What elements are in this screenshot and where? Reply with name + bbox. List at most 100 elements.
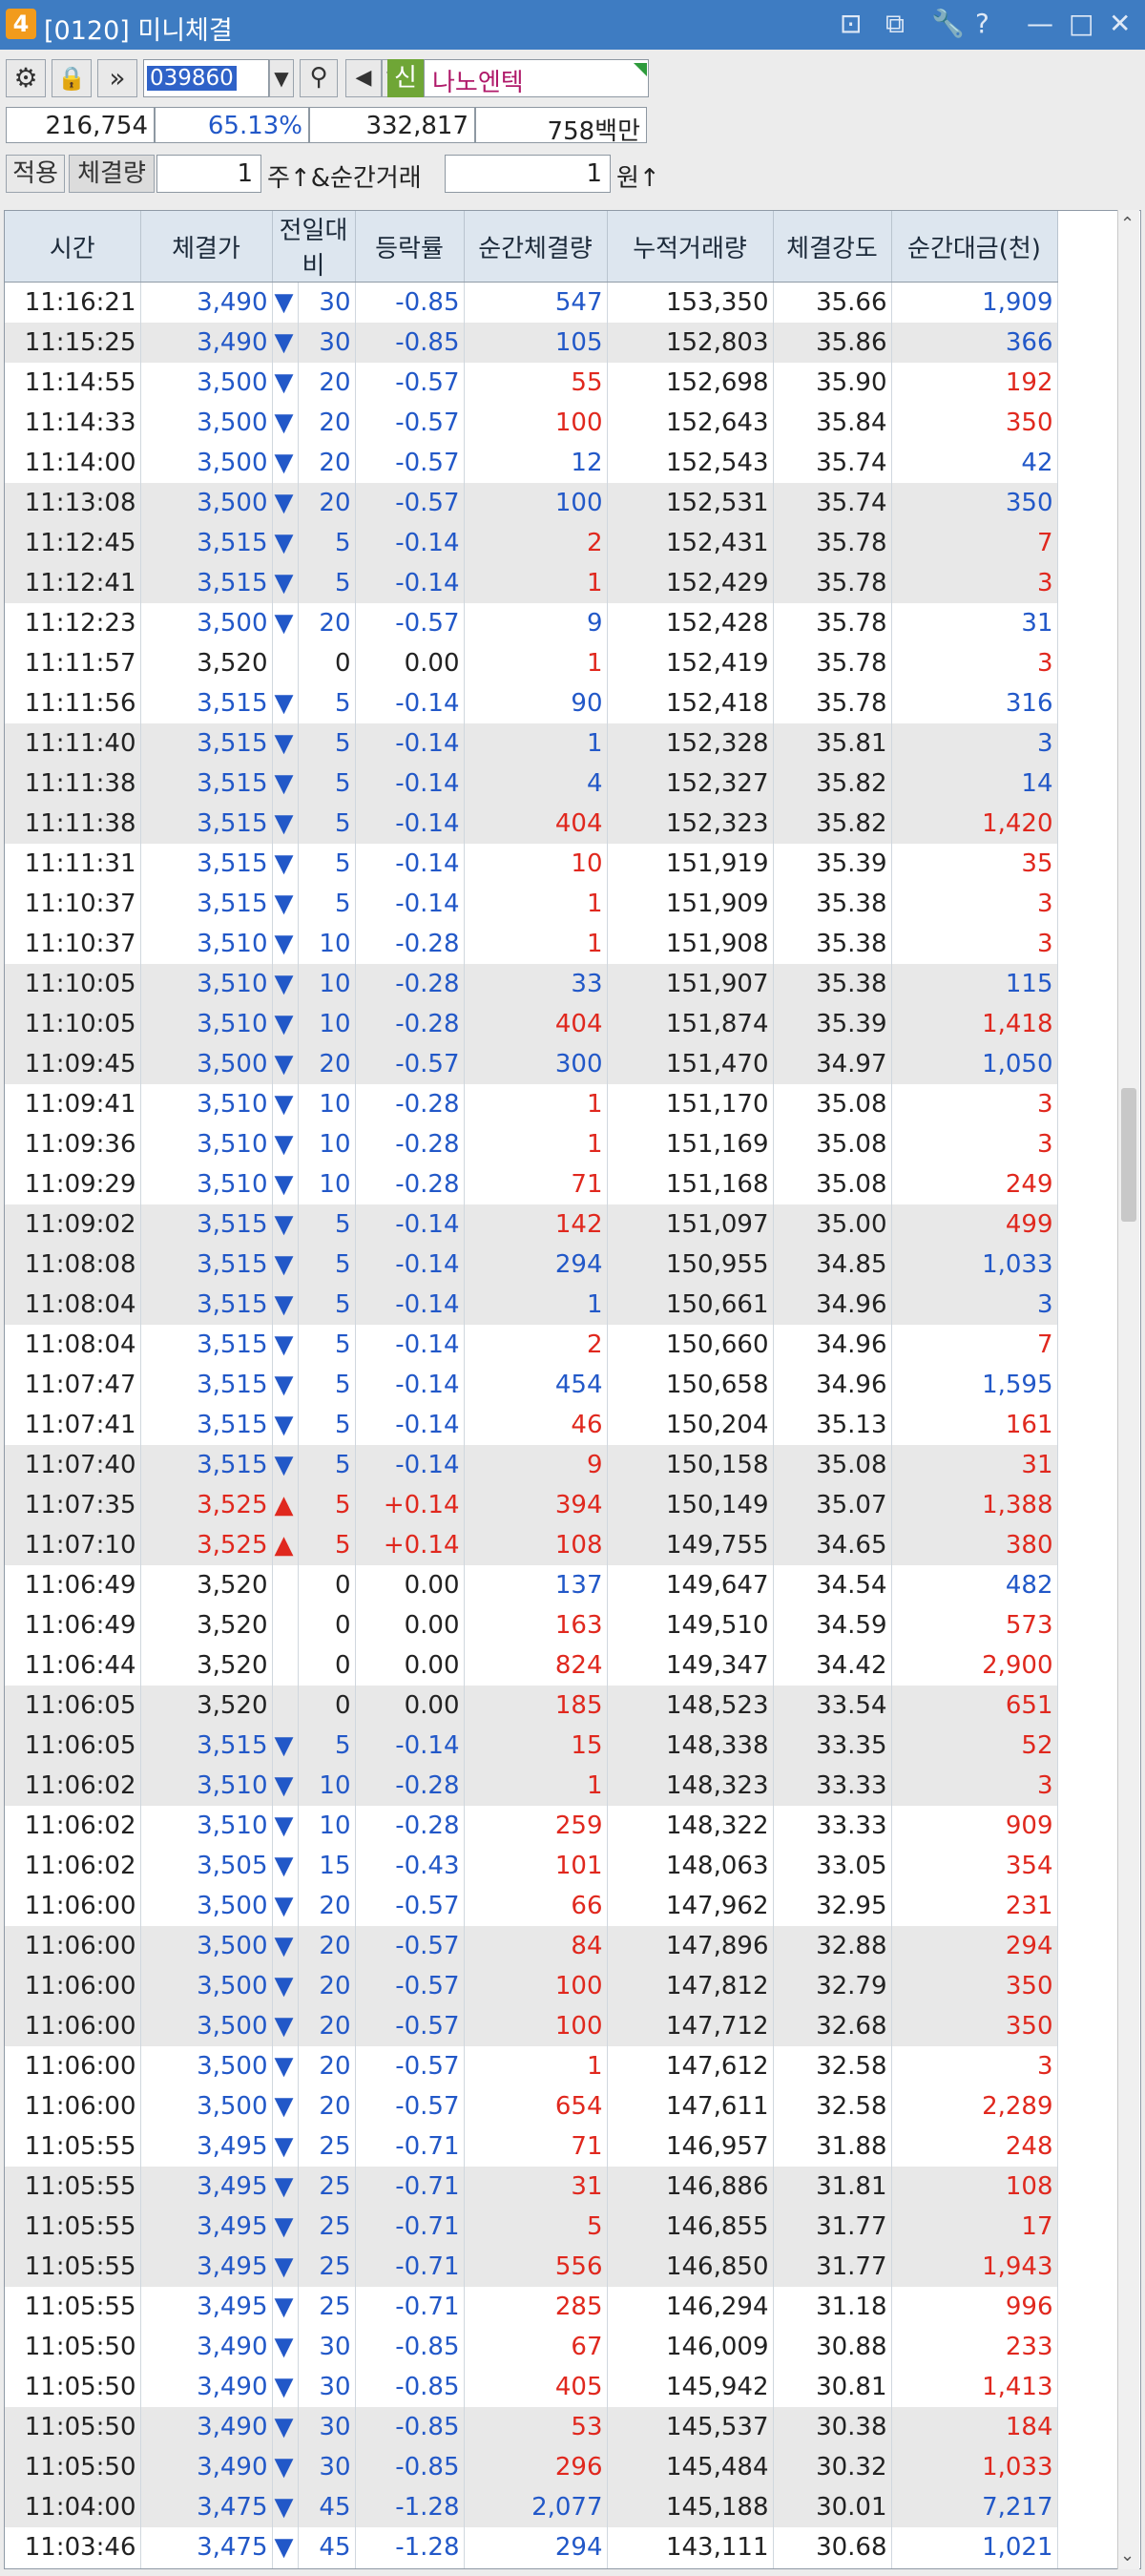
table-row[interactable]: 11:09:45 3,500 ▼ 20 -0.57 300 151,470 34.97 1,05… [5, 1044, 1058, 1084]
settings-icon[interactable]: 🔧 [931, 8, 965, 39]
table-row[interactable]: 11:06:05 3,515 ▼ 5 -0.14 15 148,338 33.35 52 [5, 1726, 1058, 1766]
table-row[interactable]: 11:16:21 3,490 ▼ 30 -0.85 547 153,350 35.66 1,90… [5, 282, 1058, 323]
col-header-change[interactable]: 전일대비 [272, 211, 356, 283]
close-icon[interactable]: ✕ [1109, 8, 1131, 39]
cell-price: 3,515 [140, 844, 273, 884]
table-row[interactable]: 11:06:02 3,510 ▼ 10 -0.28 1 148,323 33.33 3 [5, 1766, 1058, 1806]
table-row[interactable]: 11:03:463,480▼40-1.141,010142,81730.783,… [5, 2567, 1058, 2568]
table-row[interactable]: 11:09:41 3,510 ▼ 10 -0.28 1 151,170 35.08 3 [5, 1084, 1058, 1124]
cell-price: 3,490 [140, 2367, 273, 2407]
table-row[interactable]: 11:14:33 3,500 ▼ 20 -0.57 100 152,643 35.84 350 [5, 403, 1058, 443]
table-row[interactable]: 11:07:40 3,515 ▼ 5 -0.14 9 150,158 35.08 31 [5, 1445, 1058, 1485]
table-row[interactable]: 11:06:00 3,500 ▼ 20 -0.57 84 147,896 32.88 294 [5, 1926, 1058, 1966]
scrollbar-thumb[interactable] [1121, 1088, 1136, 1222]
table-row[interactable]: 11:06:05 3,520 0 0.00 185 148,523 33.54 651 [5, 1686, 1058, 1726]
table-row[interactable]: 11:05:50 3,490 ▼ 30 -0.85 296 145,484 30.32 1,03… [5, 2447, 1058, 2487]
amount-input[interactable]: 1 [445, 155, 611, 193]
table-row[interactable]: 11:05:55 3,495 ▼ 25 -0.71 31 146,886 31.81 108 [5, 2167, 1058, 2207]
col-header-strength[interactable]: 체결강도 [773, 211, 892, 283]
vertical-scrollbar[interactable]: ⌃ ⌄ [1117, 210, 1139, 2569]
table-row[interactable]: 11:05:50 3,490 ▼ 30 -0.85 405 145,942 30.81 1,41… [5, 2367, 1058, 2407]
table-row[interactable]: 11:08:04 3,515 ▼ 5 -0.14 2 150,660 34.96 7 [5, 1325, 1058, 1365]
scroll-down-icon[interactable]: ⌄ [1120, 2545, 1135, 2566]
minimize-icon[interactable]: — [1027, 8, 1053, 39]
table-row[interactable]: 11:09:36 3,510 ▼ 10 -0.28 1 151,169 35.08 3 [5, 1124, 1058, 1164]
cell-change: 5 [298, 1285, 356, 1325]
table-row[interactable]: 11:12:41 3,515 ▼ 5 -0.14 1 152,429 35.78 3 [5, 563, 1058, 603]
cell-instant-amount: 31 [891, 1445, 1058, 1485]
table-row[interactable]: 11:06:49 3,520 0 0.00 163 149,510 34.59 573 [5, 1605, 1058, 1645]
col-header-time[interactable]: 시간 [5, 211, 141, 283]
table-row[interactable]: 11:06:02 3,510 ▼ 10 -0.28 259 148,322 33.33 909 [5, 1806, 1058, 1846]
table-row[interactable]: 11:05:55 3,495 ▼ 25 -0.71 5 146,855 31.77 17 [5, 2207, 1058, 2247]
table-row[interactable]: 11:05:50 3,490 ▼ 30 -0.85 53 145,537 30.38 184 [5, 2407, 1058, 2447]
double-chevron-icon[interactable]: » [97, 59, 137, 97]
stock-code-input[interactable]: 039860 [143, 59, 269, 97]
table-row[interactable]: 11:07:10 3,525 ▲ 5 +0.14 108 149,755 34.65 380 [5, 1525, 1058, 1565]
maximize-icon[interactable]: □ [1069, 8, 1093, 39]
dock-icon[interactable]: ⊡ [840, 8, 862, 39]
table-row[interactable]: 11:06:02 3,505 ▼ 15 -0.43 101 148,063 33.05 354 [5, 1846, 1058, 1886]
table-row[interactable]: 11:13:08 3,500 ▼ 20 -0.57 100 152,531 35.74 350 [5, 483, 1058, 523]
table-row[interactable]: 11:07:41 3,515 ▼ 5 -0.14 46 150,204 35.13 161 [5, 1405, 1058, 1445]
table-row[interactable]: 11:07:47 3,515 ▼ 5 -0.14 454 150,658 34.96 1,595 [5, 1365, 1058, 1405]
help-icon[interactable]: ? [975, 8, 989, 39]
table-row[interactable]: 11:06:00 3,500 ▼ 20 -0.57 66 147,962 32.95 231 [5, 1886, 1058, 1926]
cell-price: 3,520 [140, 1565, 273, 1605]
cell-direction-icon: ▼ [272, 1886, 299, 1926]
table-row[interactable]: 11:06:00 3,500 ▼ 20 -0.57 1 147,612 32.58 3 [5, 2046, 1058, 2086]
table-row[interactable]: 11:10:05 3,510 ▼ 10 -0.28 404 151,874 35.39 1,41… [5, 1004, 1058, 1044]
table-row[interactable]: 11:11:56 3,515 ▼ 5 -0.14 90 152,418 35.78 316 [5, 683, 1058, 723]
code-dropdown-icon[interactable]: ▼ [269, 59, 294, 97]
scroll-up-icon[interactable]: ⌃ [1120, 214, 1135, 234]
table-row[interactable]: 11:06:00 3,500 ▼ 20 -0.57 100 147,712 32.68 350 [5, 2006, 1058, 2046]
table-row[interactable]: 11:06:00 3,500 ▼ 20 -0.57 654 147,611 32.58 2,28… [5, 2086, 1058, 2126]
table-row[interactable]: 11:12:45 3,515 ▼ 5 -0.14 2 152,431 35.78 7 [5, 523, 1058, 563]
col-header-price[interactable]: 체결가 [140, 211, 273, 283]
table-row[interactable]: 11:12:23 3,500 ▼ 20 -0.57 9 152,428 35.78 31 [5, 603, 1058, 643]
table-row[interactable]: 11:11:57 3,520 0 0.00 1 152,419 35.78 3 [5, 643, 1058, 683]
table-row[interactable]: 11:08:08 3,515 ▼ 5 -0.14 294 150,955 34.85 1,033 [5, 1245, 1058, 1285]
table-row[interactable]: 11:11:38 3,515 ▼ 5 -0.14 404 152,323 35.82 1,420 [5, 804, 1058, 844]
table-row[interactable]: 11:05:55 3,495 ▼ 25 -0.71 285 146,294 31.18 996 [5, 2287, 1058, 2327]
table-row[interactable]: 11:05:55 3,495 ▼ 25 -0.71 556 146,850 31.77 1,94… [5, 2247, 1058, 2287]
speaker-icon[interactable]: ◀ [345, 59, 382, 97]
col-header-cumulative-volume[interactable]: 누적거래량 [607, 211, 774, 283]
table-row[interactable]: 11:05:50 3,490 ▼ 30 -0.85 67 146,009 30.88 233 [5, 2327, 1058, 2367]
table-row[interactable]: 11:05:55 3,495 ▼ 25 -0.71 71 146,957 31.88 248 [5, 2126, 1058, 2167]
table-row[interactable]: 11:09:02 3,515 ▼ 5 -0.14 142 151,097 35.00 499 [5, 1204, 1058, 1245]
cell-time: 11:12:41 [5, 563, 141, 603]
table-row[interactable]: 11:15:25 3,490 ▼ 30 -0.85 105 152,803 35.86 366 [5, 323, 1058, 363]
apply-button[interactable]: 적용 [6, 155, 65, 193]
table-row[interactable]: 11:07:35 3,525 ▲ 5 +0.14 394 150,149 35.07 1,388 [5, 1485, 1058, 1525]
cell-cumulative-volume: 147,611 [607, 2086, 774, 2126]
table-row[interactable]: 11:03:46 3,475 ▼ 45 -1.28 294 143,111 30.68 1,02… [5, 2527, 1058, 2567]
table-row[interactable]: 11:14:55 3,500 ▼ 20 -0.57 55 152,698 35.90 192 [5, 363, 1058, 403]
table-row[interactable]: 11:11:31 3,515 ▼ 5 -0.14 10 151,919 35.39 35 [5, 844, 1058, 884]
cell-change: 5 [298, 523, 356, 563]
table-row[interactable]: 11:10:37 3,515 ▼ 5 -0.14 1 151,909 35.38 3 [5, 884, 1058, 924]
table-header-row: 시간 체결가 전일대비 등락률 순간체결량 누적거래량 체결강도 순간대금(천) [5, 211, 1058, 283]
col-header-instant-volume[interactable]: 순간체결량 [464, 211, 608, 283]
table-row[interactable]: 11:06:44 3,520 0 0.00 824 149,347 34.42 2,900 [5, 1645, 1058, 1686]
qty-input[interactable]: 1 [156, 155, 261, 193]
stock-name-field[interactable]: 나노엔텍 [424, 59, 649, 97]
table-row[interactable]: 11:09:29 3,510 ▼ 10 -0.28 71 151,168 35.08 249 [5, 1164, 1058, 1204]
gear-icon[interactable]: ⚙ [6, 59, 46, 97]
table-row[interactable]: 11:04:00 3,475 ▼ 45 -1.28 2,077 145,188 30.01 7,… [5, 2487, 1058, 2527]
cell-change: 20 [298, 443, 356, 483]
table-row[interactable]: 11:14:00 3,500 ▼ 20 -0.57 12 152,543 35.74 42 [5, 443, 1058, 483]
table-row[interactable]: 11:11:40 3,515 ▼ 5 -0.14 1 152,328 35.81 3 [5, 723, 1058, 764]
table-row[interactable]: 11:08:04 3,515 ▼ 5 -0.14 1 150,661 34.96 3 [5, 1285, 1058, 1325]
col-header-rate[interactable]: 등락률 [355, 211, 465, 283]
table-row[interactable]: 11:10:37 3,510 ▼ 10 -0.28 1 151,908 35.38 3 [5, 924, 1058, 964]
search-icon[interactable]: ⚲ [300, 59, 338, 97]
lock-icon[interactable]: 🔒 [52, 59, 92, 97]
table-row[interactable]: 11:06:49 3,520 0 0.00 137 149,647 34.54 482 [5, 1565, 1058, 1605]
table-row[interactable]: 11:11:38 3,515 ▼ 5 -0.14 4 152,327 35.82 14 [5, 764, 1058, 804]
table-row[interactable]: 11:06:00 3,500 ▼ 20 -0.57 100 147,812 32.79 350 [5, 1966, 1058, 2006]
col-header-instant-amount[interactable]: 순간대금(천) [891, 211, 1058, 283]
cell-direction-icon: ▼ [272, 2126, 299, 2167]
table-row[interactable]: 11:10:05 3,510 ▼ 10 -0.28 33 151,907 35.38 115 [5, 964, 1058, 1004]
cascade-icon[interactable]: ⧉ [885, 8, 905, 40]
